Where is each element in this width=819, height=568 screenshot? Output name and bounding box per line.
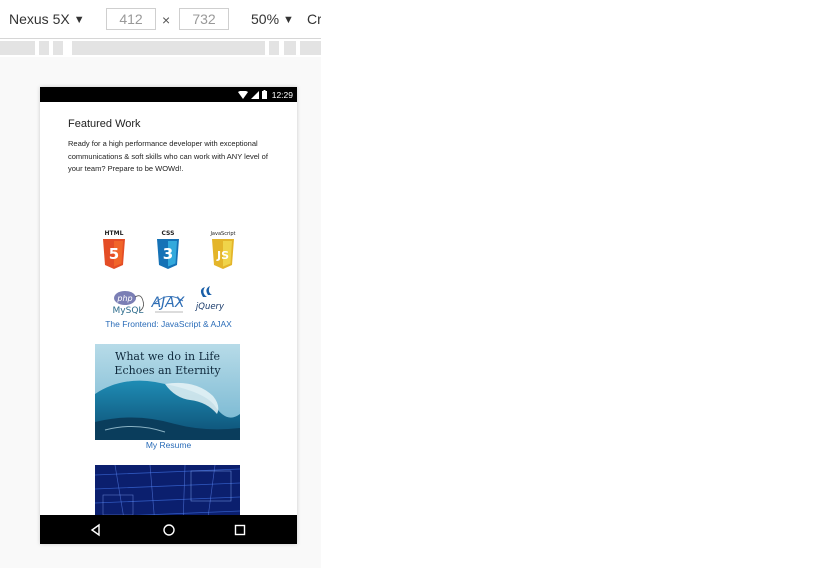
height-input[interactable]: 732 [179, 8, 229, 30]
svg-text:php: php [116, 294, 132, 303]
resume-wave-image[interactable]: What we do in Life Echoes an Eternity [95, 344, 240, 440]
wave-quote-line2: Echoes an Eternity [114, 364, 221, 377]
clock: 12:29 [271, 89, 293, 100]
html5-logo: HTML 5 [103, 230, 125, 269]
project-image[interactable] [95, 465, 240, 515]
resume-link[interactable]: My Resume [40, 440, 297, 450]
android-nav-bar [40, 515, 297, 544]
signal-icon [250, 90, 259, 99]
svg-text:5: 5 [109, 245, 119, 263]
page-title: Featured Work [68, 118, 141, 130]
svg-text:jQuery: jQuery [195, 302, 225, 312]
back-icon[interactable] [88, 522, 104, 538]
media-query-segment[interactable] [39, 41, 49, 55]
wifi-icon [237, 90, 248, 99]
svg-text:CSS: CSS [162, 230, 175, 237]
intro-text: Ready for a high performance developer w… [68, 139, 268, 173]
device-viewport[interactable]: 12:29 Featured Work Ready for a high per… [40, 87, 297, 544]
zoom-select[interactable]: 50% ▼ [251, 10, 294, 29]
chevron-down-icon: ▼ [73, 14, 85, 26]
media-query-segment[interactable] [269, 41, 279, 55]
home-icon[interactable] [161, 522, 177, 538]
media-query-segment[interactable] [284, 41, 296, 55]
device-emulator: Nexus 5X ▼ 412 × 732 50% ▼ Cr 12:29 Feat… [0, 0, 321, 568]
jquery-logo: jQuery [195, 286, 225, 312]
svg-text:HTML: HTML [105, 230, 124, 237]
ajax-logo: AJAX [151, 295, 185, 313]
frontend-link[interactable]: The Frontend: JavaScript & AJAX [40, 319, 297, 329]
media-query-segment[interactable] [72, 41, 265, 55]
chevron-down-icon: ▼ [283, 14, 294, 26]
svg-text:JS: JS [216, 249, 229, 262]
svg-text:3: 3 [163, 245, 173, 263]
page-content: Featured Work Ready for a high performan… [40, 102, 297, 515]
android-status-bar: 12:29 [40, 87, 297, 102]
device-select[interactable]: Nexus 5X ▼ [9, 10, 85, 29]
css3-logo: CSS 3 [157, 230, 179, 269]
battery-icon [261, 90, 267, 99]
php-mysql-logo: php MySQL [113, 291, 144, 316]
javascript-logo: JavaScript JS [209, 231, 236, 269]
recents-icon[interactable] [232, 522, 248, 538]
svg-text:MySQL: MySQL [113, 306, 144, 316]
dimension-separator: × [162, 12, 171, 28]
media-query-segment[interactable] [300, 41, 321, 55]
wave-quote-line1: What we do in Life [115, 350, 220, 363]
media-query-segment[interactable] [0, 41, 35, 55]
throttle-label: Cr [307, 11, 321, 27]
media-query-segment[interactable] [53, 41, 63, 55]
device-toolbar: Nexus 5X ▼ 412 × 732 50% ▼ Cr [0, 0, 321, 39]
tech-logos-image[interactable]: HTML 5 CSS 3 JavaScript JS php MySQL AJA… [95, 227, 245, 319]
media-query-bar [0, 39, 321, 57]
svg-text:AJAX: AJAX [151, 295, 185, 311]
svg-text:JavaScript: JavaScript [209, 231, 235, 237]
throttle-select[interactable]: Cr [307, 10, 321, 28]
width-input[interactable]: 412 [106, 8, 156, 30]
zoom-value: 50% [251, 11, 280, 27]
device-name: Nexus 5X [9, 11, 70, 27]
